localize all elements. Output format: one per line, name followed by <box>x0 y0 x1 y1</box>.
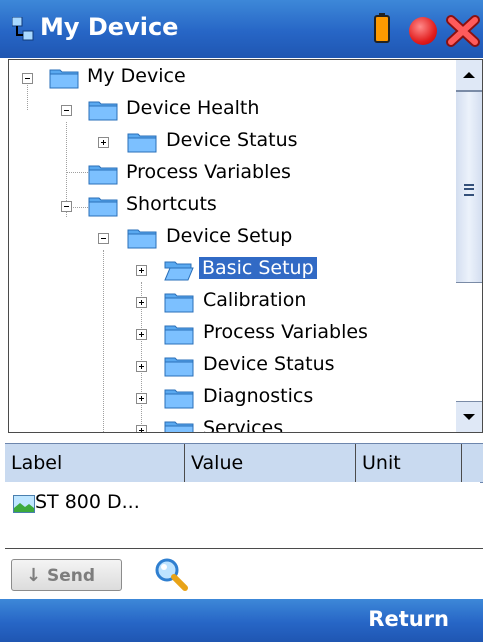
window-title: My Device <box>40 13 179 41</box>
expand-icon[interactable] <box>136 361 147 372</box>
tree-item-label: Device Health <box>126 97 260 119</box>
bottom-bar: Return <box>0 599 483 642</box>
close-icon[interactable] <box>445 14 481 48</box>
battery-icon <box>374 13 390 43</box>
column-header-label[interactable]: Label <box>5 444 185 482</box>
column-header-unit[interactable]: Unit <box>356 444 462 482</box>
expand-icon[interactable] <box>98 137 109 148</box>
tree-scrollbar[interactable] <box>456 59 483 433</box>
search-icon[interactable] <box>154 557 188 591</box>
image-icon <box>13 495 35 513</box>
tree-item-label: Process Variables <box>126 161 291 183</box>
tree-item-device-health[interactable]: Device Health <box>9 96 449 124</box>
folder-icon <box>164 389 194 409</box>
return-button[interactable]: Return <box>368 607 449 631</box>
folder-icon <box>164 293 194 313</box>
folder-icon <box>127 229 157 249</box>
arrow-down-icon <box>463 414 475 420</box>
tree-item-label: Device Status <box>166 129 298 151</box>
send-label: Send <box>47 566 96 586</box>
expand-icon[interactable] <box>136 393 147 404</box>
collapse-icon[interactable] <box>22 73 33 84</box>
table-row[interactable]: ST 800 D... <box>5 482 480 522</box>
tree-item-device-status[interactable]: Device Status <box>9 128 449 156</box>
expand-icon[interactable] <box>136 425 147 432</box>
collapse-icon[interactable] <box>61 105 72 116</box>
title-bar: My Device <box>0 0 483 58</box>
folder-icon <box>164 357 194 377</box>
tree-item-label: My Device <box>87 65 186 87</box>
tree-item-label: Shortcuts <box>126 193 217 215</box>
row-label: ST 800 D... <box>35 491 140 513</box>
tree-item-label: Diagnostics <box>203 385 314 407</box>
tree-item-services[interactable]: Services <box>9 416 449 433</box>
tree-item-calibration[interactable]: Calibration <box>9 288 449 316</box>
folder-icon <box>49 69 79 89</box>
divider <box>5 548 483 549</box>
tree-item-basic-setup[interactable]: Basic Setup <box>9 256 449 284</box>
tree-item-diagnostics[interactable]: Diagnostics <box>9 384 449 412</box>
tree-item-label: Process Variables <box>203 321 368 343</box>
folder-icon <box>164 325 194 345</box>
network-device-icon <box>12 17 34 41</box>
grid-body: ST 800 D... <box>5 482 480 547</box>
record-icon[interactable] <box>409 17 437 45</box>
arrow-up-icon <box>463 72 475 78</box>
tree-item-label: Calibration <box>203 289 307 311</box>
collapse-icon[interactable] <box>61 201 72 212</box>
folder-icon <box>164 421 194 432</box>
grid-header: Label Value Unit <box>5 443 483 483</box>
scroll-up-button[interactable] <box>456 60 482 91</box>
folder-icon <box>127 133 157 153</box>
open-folder-icon <box>164 261 194 281</box>
tree-item-label: Device Setup <box>166 225 293 247</box>
scroll-down-button[interactable] <box>456 401 482 432</box>
expand-icon[interactable] <box>136 297 147 308</box>
folder-icon <box>88 101 118 121</box>
column-header-value[interactable]: Value <box>185 444 356 482</box>
collapse-icon[interactable] <box>98 233 109 244</box>
folder-icon <box>88 165 118 185</box>
tree-item-label: Device Status <box>203 353 335 375</box>
expand-icon[interactable] <box>136 329 147 340</box>
expand-icon[interactable] <box>136 265 147 276</box>
send-button[interactable]: ↓ Send <box>11 559 122 591</box>
folder-icon <box>88 197 118 217</box>
arrow-down-icon: ↓ <box>26 565 42 586</box>
scroll-thumb[interactable] <box>456 91 482 283</box>
tree-item-device-setup[interactable]: Device Setup <box>9 224 449 252</box>
grip-icon <box>464 184 474 196</box>
tree-item-process-variables-2[interactable]: Process Variables <box>9 320 449 348</box>
tree-item-device-status-2[interactable]: Device Status <box>9 352 449 380</box>
tree-item-shortcuts[interactable]: Shortcuts <box>9 192 449 220</box>
device-tree[interactable]: My Device Device Health Device Status Pr… <box>8 59 458 433</box>
tree-item-my-device[interactable]: My Device <box>9 64 449 92</box>
tree-item-process-variables[interactable]: Process Variables <box>9 160 449 188</box>
tree-item-label-selected: Basic Setup <box>199 257 317 279</box>
tree-item-label: Services <box>203 417 284 433</box>
